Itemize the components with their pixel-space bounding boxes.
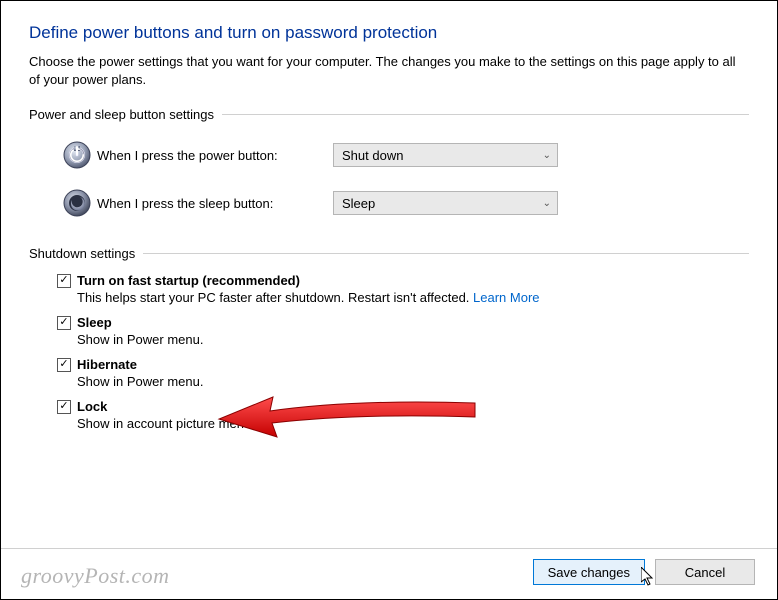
page-title: Define power buttons and turn on passwor… [29, 23, 749, 43]
dropdown-sleep-value: Sleep [342, 196, 375, 211]
checkbox-item-sleep: ✓ Sleep Show in Power menu. [57, 315, 749, 347]
section-shutdown: Shutdown settings [29, 246, 749, 261]
sleep-icon [62, 188, 92, 218]
checkbox-desc-fast-startup: This helps start your PC faster after sh… [77, 290, 749, 305]
dropdown-power-button[interactable]: Shut down ⌄ [333, 143, 558, 167]
checkbox-sleep[interactable]: ✓ [57, 316, 71, 330]
section-label-shutdown: Shutdown settings [29, 246, 135, 261]
save-changes-button[interactable]: Save changes [533, 559, 645, 585]
setting-row-power: When I press the power button: Shut down… [57, 138, 749, 172]
watermark: groovyPost.com [21, 563, 170, 589]
setting-row-sleep: When I press the sleep button: Sleep ⌄ [57, 186, 749, 220]
section-power-sleep: Power and sleep button settings [29, 107, 749, 122]
section-label-power-sleep: Power and sleep button settings [29, 107, 214, 122]
label-power-button: When I press the power button: [97, 148, 333, 163]
checkbox-fast-startup[interactable]: ✓ [57, 274, 71, 288]
checkbox-desc-lock: Show in account picture menu. [77, 416, 749, 431]
checkbox-desc-sleep: Show in Power menu. [77, 332, 749, 347]
learn-more-link[interactable]: Learn More [473, 290, 539, 305]
checkbox-title-hibernate: Hibernate [77, 357, 137, 372]
divider [222, 114, 749, 115]
checkbox-item-fast-startup: ✓ Turn on fast startup (recommended) Thi… [57, 273, 749, 305]
checkbox-item-lock: ✓ Lock Show in account picture menu. [57, 399, 749, 431]
page-description: Choose the power settings that you want … [29, 53, 749, 89]
checkbox-lock[interactable]: ✓ [57, 400, 71, 414]
checkbox-desc-hibernate: Show in Power menu. [77, 374, 749, 389]
chevron-down-icon: ⌄ [543, 198, 551, 209]
checkbox-title-fast-startup: Turn on fast startup (recommended) [77, 273, 300, 288]
label-sleep-button: When I press the sleep button: [97, 196, 333, 211]
dropdown-power-value: Shut down [342, 148, 403, 163]
power-icon [62, 140, 92, 170]
chevron-down-icon: ⌄ [543, 150, 551, 161]
checkbox-item-hibernate: ✓ Hibernate Show in Power menu. [57, 357, 749, 389]
checkbox-hibernate[interactable]: ✓ [57, 358, 71, 372]
checkbox-title-sleep: Sleep [77, 315, 112, 330]
divider [143, 253, 749, 254]
cancel-button[interactable]: Cancel [655, 559, 755, 585]
dropdown-sleep-button[interactable]: Sleep ⌄ [333, 191, 558, 215]
checkbox-title-lock: Lock [77, 399, 107, 414]
